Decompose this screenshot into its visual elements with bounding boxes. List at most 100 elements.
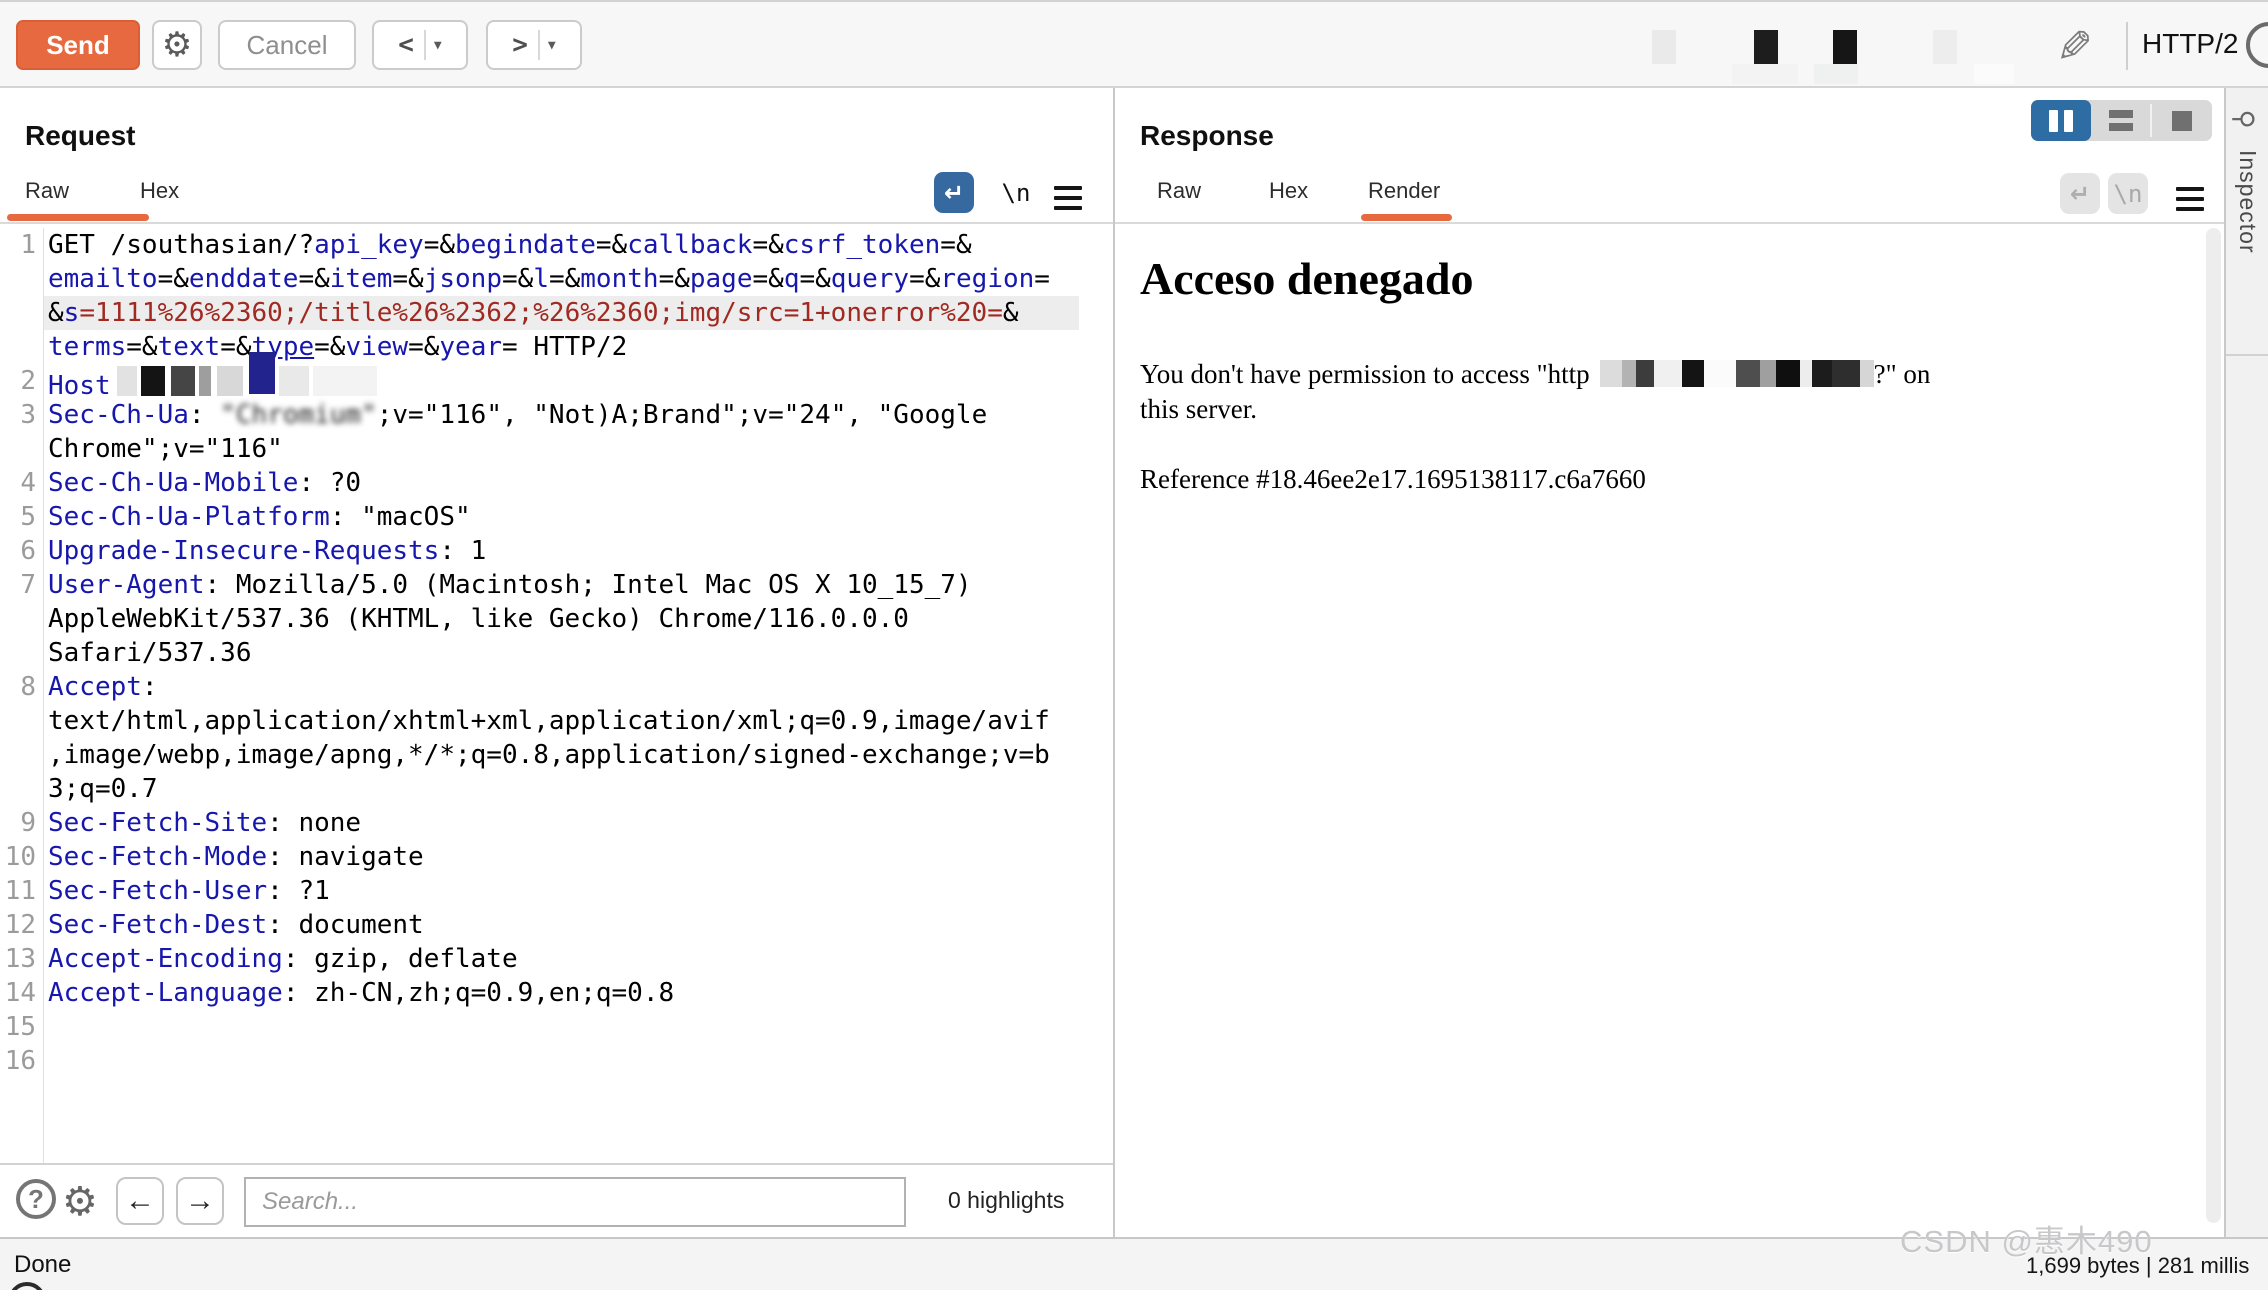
- code-row[interactable]: 6Upgrade-Insecure-Requests: 1: [0, 534, 1113, 568]
- history-forward-button[interactable]: > ▼: [486, 20, 582, 70]
- code-segment: =&: [549, 264, 580, 294]
- newline-icon: \n: [2114, 180, 2143, 208]
- code-row[interactable]: 3;q=0.7: [0, 772, 1113, 806]
- redaction-tile: [1754, 30, 1778, 64]
- response-tab-hex[interactable]: Hex: [1269, 178, 1308, 204]
- code-segment: Accept-Language: [48, 978, 283, 1008]
- search-settings-icon[interactable]: ⚙: [62, 1179, 98, 1225]
- layout-rows-button[interactable]: [2091, 100, 2151, 141]
- code-row[interactable]: text/html,application/xhtml+xml,applicat…: [0, 704, 1113, 738]
- code-row[interactable]: AppleWebKit/537.36 (KHTML, like Gecko) C…: [0, 602, 1113, 636]
- layout-columns-button[interactable]: [2031, 100, 2091, 141]
- line-number: 12: [0, 908, 36, 942]
- request-tab-hex[interactable]: Hex: [140, 178, 179, 204]
- code-text: GET /southasian/?api_key=&begindate=&cal…: [48, 228, 972, 262]
- code-segment: =&: [314, 332, 345, 362]
- show-newlines-toggle[interactable]: \n: [996, 172, 1036, 213]
- code-segment: &: [48, 298, 64, 328]
- code-row[interactable]: 3Sec-Ch-Ua: "Chromium";v="116", "Not)A;B…: [0, 398, 1113, 432]
- code-row[interactable]: ,image/webp,image/apng,*/*;q=0.8,applica…: [0, 738, 1113, 772]
- code-text: Sec-Ch-Ua-Mobile: ?0: [48, 466, 361, 500]
- code-row[interactable]: 4Sec-Ch-Ua-Mobile: ?0: [0, 466, 1113, 500]
- code-row[interactable]: 14Accept-Language: zh-CN,zh;q=0.9,en;q=0…: [0, 976, 1113, 1010]
- next-match-button[interactable]: →: [176, 1177, 224, 1225]
- gear-icon: ⚙: [162, 25, 192, 65]
- send-button[interactable]: Send: [16, 20, 140, 70]
- code-segment: Accept-Encoding: [48, 944, 283, 974]
- code-row[interactable]: Chrome";v="116": [0, 432, 1113, 466]
- divider: [424, 30, 426, 60]
- line-number: 15: [0, 1010, 36, 1044]
- divider: [2226, 354, 2268, 356]
- request-settings-button[interactable]: ⚙: [152, 20, 202, 70]
- code-row[interactable]: 9Sec-Fetch-Site: none: [0, 806, 1113, 840]
- history-back-button[interactable]: < ▼: [372, 20, 468, 70]
- response-tab-raw[interactable]: Raw: [1157, 178, 1201, 204]
- redaction-tile: [1860, 360, 1874, 387]
- code-row[interactable]: 11Sec-Fetch-User: ?1: [0, 874, 1113, 908]
- forward-chevron-icon: >: [512, 30, 528, 60]
- word-wrap-toggle[interactable]: ↵: [934, 172, 974, 213]
- redaction-tile: [1833, 30, 1857, 64]
- back-dropdown-icon[interactable]: ▼: [434, 38, 442, 53]
- code-segment: =: [1034, 264, 1050, 294]
- code-row[interactable]: 10Sec-Fetch-Mode: navigate: [0, 840, 1113, 874]
- forward-dropdown-icon[interactable]: ▼: [548, 38, 556, 53]
- help-icon[interactable]: [2246, 22, 2268, 68]
- redaction-tile: [199, 366, 211, 396]
- code-row[interactable]: emailto=&enddate=&item=&jsonp=&l=&month=…: [0, 262, 1113, 296]
- code-segment: =&: [940, 230, 971, 260]
- code-text: ,image/webp,image/apng,*/*;q=0.8,applica…: [48, 738, 1050, 772]
- code-row[interactable]: 16: [0, 1044, 1113, 1078]
- inspector-label[interactable]: Inspector: [2234, 150, 2261, 254]
- response-render-view[interactable]: Acceso denegado You don't have permissio…: [1115, 224, 2224, 1237]
- code-row[interactable]: 12Sec-Fetch-Dest: document: [0, 908, 1113, 942]
- redaction-tile: [217, 366, 243, 396]
- line-number: 1: [0, 228, 36, 262]
- redaction-tile: [1776, 360, 1800, 387]
- search-help-icon[interactable]: ?: [16, 1179, 56, 1219]
- protocol-label[interactable]: HTTP/2: [2142, 28, 2238, 60]
- request-menu-icon[interactable]: [1054, 186, 1082, 210]
- request-editor[interactable]: 1 GET /southasian/?api_key=&begindate=&ca…: [0, 228, 1113, 1163]
- render-text: ?" on: [1874, 359, 1931, 389]
- inspector-sidebar[interactable]: ⚲ Inspector: [2224, 88, 2268, 1237]
- redaction-tile: [279, 366, 309, 396]
- prev-match-button[interactable]: ←: [116, 1177, 164, 1225]
- code-segment: : 1: [439, 536, 486, 566]
- code-row[interactable]: 8Accept:: [0, 670, 1113, 704]
- code-row[interactable]: 2Host: [0, 364, 1113, 398]
- newline-icon: \n: [1002, 179, 1031, 207]
- code-segment: l: [533, 264, 549, 294]
- code-text: Accept-Encoding: gzip, deflate: [48, 942, 518, 976]
- layout-single-button[interactable]: [2152, 100, 2212, 141]
- code-segment: : "macOS": [330, 502, 471, 532]
- code-text: Sec-Fetch-Mode: navigate: [48, 840, 424, 874]
- code-segment: region: [940, 264, 1034, 294]
- code-segment: Sec-Ch-Ua-Mobile: [48, 468, 298, 498]
- code-row[interactable]: 1 GET /southasian/?api_key=&begindate=&ca…: [0, 228, 1113, 262]
- code-segment: Sec-Ch-Ua: [48, 400, 189, 430]
- code-segment: =&: [502, 264, 533, 294]
- edit-target-pencil-icon[interactable]: ✎: [2056, 22, 2093, 73]
- redaction-tile: [1812, 360, 1832, 387]
- code-row[interactable]: &s=1111%26%2360;/title%26%2362;%26%2360;…: [0, 296, 1113, 330]
- code-row[interactable]: 7User-Agent: Mozilla/5.0 (Macintosh; Int…: [0, 568, 1113, 602]
- search-input[interactable]: [244, 1177, 906, 1227]
- response-scrollbar[interactable]: [2206, 228, 2221, 1223]
- response-tab-render[interactable]: Render: [1368, 178, 1440, 204]
- code-row[interactable]: 13Accept-Encoding: gzip, deflate: [0, 942, 1113, 976]
- code-row[interactable]: Safari/537.36: [0, 636, 1113, 670]
- response-menu-icon[interactable]: [2176, 187, 2204, 211]
- cancel-button[interactable]: Cancel: [218, 20, 356, 70]
- code-row[interactable]: 5Sec-Ch-Ua-Platform: "macOS": [0, 500, 1113, 534]
- redaction-tile: [141, 366, 165, 396]
- code-segment: Accept: [48, 672, 142, 702]
- redaction-tile: [1652, 30, 1676, 64]
- code-row[interactable]: 15: [0, 1010, 1113, 1044]
- request-tab-raw[interactable]: Raw: [25, 178, 69, 204]
- code-row[interactable]: terms=&text=&type=&view=&year= HTTP/2: [0, 330, 1113, 364]
- code-segment: Chrome";v="116": [48, 434, 283, 464]
- layout-toggle-group: [2031, 100, 2212, 141]
- redaction-tile: [249, 352, 275, 394]
